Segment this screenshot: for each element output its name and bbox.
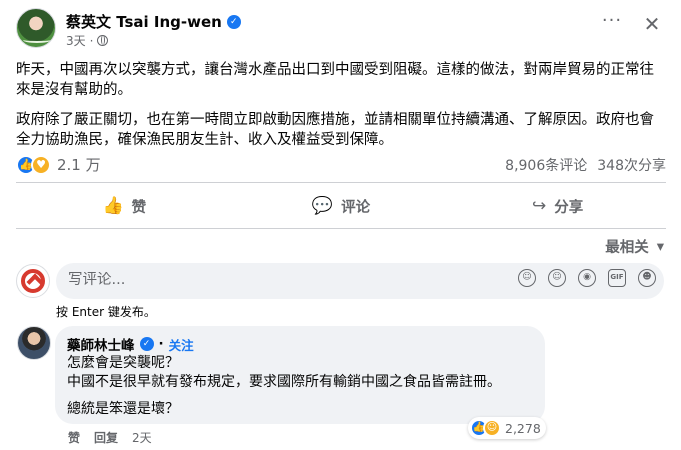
composer-tools: ☺ ☺ ◉ GIF ☻ [518, 269, 656, 287]
current-user-avatar[interactable] [16, 264, 50, 298]
sticker-icon[interactable]: ☻ [638, 269, 656, 287]
comment-header: 藥師林士峰 ✓ · 关注 [67, 334, 194, 354]
commenter-avatar[interactable] [17, 326, 51, 360]
comment-icon: 💬 [311, 196, 334, 216]
post-header: 蔡英文 Tsai Ing-wen ✓ 3天 · ··· ✕ [16, 8, 666, 50]
comment-reaction-count: 2,278 [505, 420, 541, 436]
composer-hint: 按 Enter 键发布。 [56, 305, 156, 319]
author-name[interactable]: 蔡英文 Tsai Ing-wen [66, 11, 222, 32]
comment-reactions[interactable]: 👍 ☺ 2,278 [468, 417, 546, 439]
comment-line-3: 總統是笨還是壞？ [67, 401, 179, 417]
comment-like-button[interactable]: 赞 [68, 429, 80, 446]
emoji-icon[interactable]: ☺ [548, 269, 566, 287]
care-reaction-icon: ♥ [31, 154, 51, 175]
author-name-row: 蔡英文 Tsai Ing-wen ✓ [66, 11, 241, 32]
stats-right: 8,906条评论 348次分享 [505, 155, 666, 175]
post-paragraph-2: 政府除了嚴正關切，也在第一時間立即啟動因應措施，並請相關單位持續溝通、了解原因。… [16, 112, 654, 148]
post-paragraph-1: 昨天，中國再次以突襲方式，讓台灣水產品出口到中國受到阻礙。這樣的做法，對兩岸貿易… [16, 62, 654, 98]
comment-composer: ☺ ☺ ◉ GIF ☻ [56, 263, 664, 299]
like-label: 赞 [131, 199, 147, 216]
sort-label: 最相关 [605, 240, 649, 256]
comment-label: 评论 [341, 199, 371, 216]
comment-line-2: 中國不是很早就有發布規定，要求國際所有輸銷中國之食品皆需註冊。 [67, 374, 501, 390]
comment-actions: 赞 回复 2天 [68, 429, 152, 446]
comment-reply-button[interactable]: 回复 [94, 429, 118, 446]
close-button[interactable]: ✕ [638, 10, 666, 38]
post-time[interactable]: 3天 [66, 32, 86, 49]
camera-icon[interactable]: ◉ [578, 269, 596, 287]
share-icon: ↪ [532, 196, 547, 216]
verified-badge-icon: ✓ [139, 337, 154, 351]
post-body: 昨天，中國再次以突襲方式，讓台灣水產品出口到中國受到阻礙。這樣的做法，對兩岸貿易… [16, 60, 666, 160]
comment-sort-dropdown[interactable]: 最相关 ▾ [605, 236, 664, 257]
comment-time[interactable]: 2天 [132, 429, 152, 446]
follow-button[interactable]: 关注 [169, 335, 194, 354]
share-label: 分享 [554, 199, 584, 216]
comment-count[interactable]: 8,906条评论 [505, 155, 587, 175]
comment-input[interactable] [68, 272, 448, 288]
post-stats: 👍 ♥ 2.1 万 8,906条评论 348次分享 [16, 152, 666, 178]
haha-reaction-icon: ☺ [483, 419, 501, 437]
divider [16, 228, 666, 229]
comment-line-1: 怎麼會是突襲呢？ [67, 355, 179, 371]
author-avatar[interactable] [16, 8, 56, 48]
comment-bubble: 藥師林士峰 ✓ · 关注 怎麼會是突襲呢？ 中國不是很早就有發布規定，要求國際所… [55, 326, 545, 424]
chevron-down-icon: ▾ [656, 238, 664, 255]
more-options-button[interactable]: ··· [598, 10, 626, 38]
share-count[interactable]: 348次分享 [597, 155, 666, 175]
reaction-summary[interactable]: 👍 ♥ 2.1 万 [16, 154, 101, 175]
share-button[interactable]: ↪ 分享 [449, 188, 666, 224]
commenter-name[interactable]: 藥師林士峰 [67, 334, 135, 354]
post-actions: 👍 赞 💬 评论 ↪ 分享 [16, 188, 666, 224]
reaction-count: 2.1 万 [57, 156, 101, 174]
thumbs-up-icon: 👍 [102, 196, 124, 216]
comment-button[interactable]: 💬 评论 [233, 188, 450, 224]
like-button[interactable]: 👍 赞 [16, 188, 233, 224]
divider [16, 182, 666, 183]
gif-icon[interactable]: GIF [608, 269, 626, 287]
post-meta: 3天 · [66, 32, 109, 49]
avatar-sticker-icon[interactable]: ☺ [518, 269, 536, 287]
globe-icon [97, 35, 109, 46]
verified-badge-icon: ✓ [226, 14, 241, 29]
